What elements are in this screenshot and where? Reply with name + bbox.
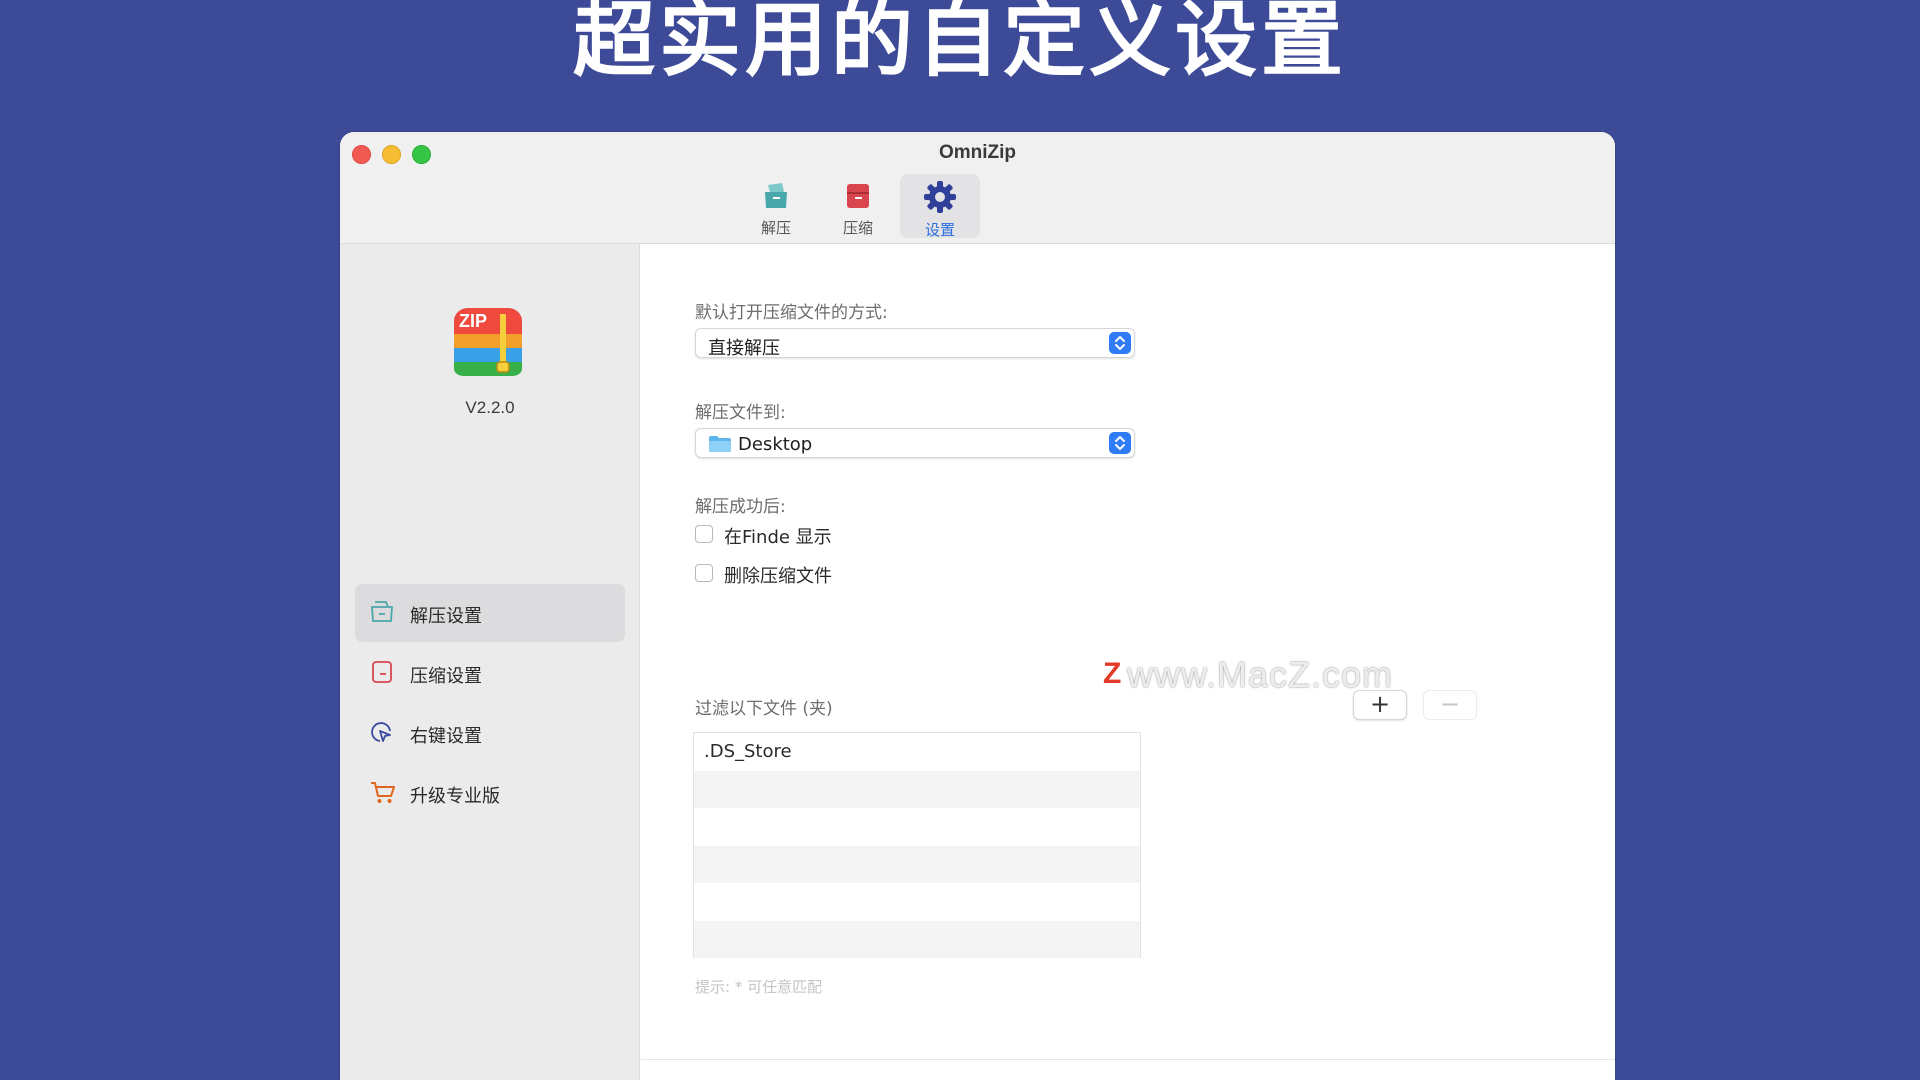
list-item[interactable] bbox=[694, 845, 1140, 883]
open-method-select[interactable]: 直接解压 bbox=[695, 328, 1135, 359]
cart-icon bbox=[371, 782, 395, 803]
toolbar-compress-label: 压缩 bbox=[842, 219, 873, 237]
page-banner-title: 超实用的自定义设置 bbox=[572, 0, 1347, 88]
list-item[interactable] bbox=[694, 808, 1140, 846]
folder-icon bbox=[709, 436, 731, 452]
list-item[interactable]: .DS_Store bbox=[694, 733, 1140, 771]
gear-icon bbox=[924, 181, 956, 213]
app-version: V2.2.0 bbox=[465, 398, 515, 417]
sidebar-item-right-click-settings[interactable]: 右键设置 bbox=[355, 704, 625, 762]
toolbar-extract-label: 解压 bbox=[760, 219, 791, 237]
add-filter-button[interactable]: + bbox=[1353, 690, 1407, 720]
app-window: OmniZip 解压 压缩 设置 ZIP V2.2.0 解压设置 压缩设置 右键… bbox=[340, 132, 1615, 1080]
extract-settings-icon bbox=[371, 601, 393, 622]
right-click-icon bbox=[371, 722, 391, 742]
extract-to-select[interactable]: Desktop bbox=[695, 428, 1135, 458]
open-method-label: 默认打开压缩文件的方式: bbox=[695, 303, 888, 323]
list-item[interactable] bbox=[694, 883, 1140, 921]
filter-label: 过滤以下文件 (夹) bbox=[695, 699, 833, 719]
sidebar-label-compress-settings: 压缩设置 bbox=[410, 666, 482, 687]
sidebar-item-upgrade-pro[interactable]: 升级专业版 bbox=[355, 764, 625, 822]
after-success-label: 解压成功后: bbox=[695, 497, 786, 517]
sidebar-label-right-click-settings: 右键设置 bbox=[410, 726, 482, 747]
delete-archive-checkbox[interactable] bbox=[695, 564, 713, 582]
settings-panel: 默认打开压缩文件的方式: 直接解压 解压文件到: Desktop 解压成功后: … bbox=[641, 244, 1615, 1080]
divider bbox=[641, 1059, 1615, 1060]
toolbar-compress-button[interactable]: 压缩 bbox=[818, 174, 898, 238]
sidebar-label-upgrade-pro: 升级专业版 bbox=[410, 786, 500, 807]
list-item[interactable] bbox=[694, 770, 1140, 808]
sidebar: ZIP V2.2.0 解压设置 压缩设置 右键设置 升级专业版 bbox=[340, 244, 640, 1080]
show-in-finder-label: 在Finde 显示 bbox=[724, 527, 832, 548]
window-title: OmniZip bbox=[938, 142, 1017, 163]
watermark-text: www.MacZ.com bbox=[1127, 654, 1394, 695]
remove-filter-button[interactable]: − bbox=[1423, 690, 1477, 720]
compress-icon bbox=[847, 184, 869, 208]
toolbar-settings-button[interactable]: 设置 bbox=[900, 174, 980, 239]
toolbar-extract-button[interactable]: 解压 bbox=[736, 174, 816, 238]
watermark-logo: Z bbox=[1103, 657, 1122, 690]
sidebar-item-extract-settings[interactable]: 解压设置 bbox=[355, 584, 625, 642]
title-bar: OmniZip 解压 压缩 设置 bbox=[340, 132, 1615, 244]
sidebar-label-extract-settings: 解压设置 bbox=[410, 606, 482, 627]
delete-archive-label: 删除压缩文件 bbox=[724, 566, 832, 587]
extract-to-value: Desktop bbox=[738, 434, 813, 455]
toolbar-settings-label: 设置 bbox=[924, 221, 955, 239]
zip-logo-text: ZIP bbox=[459, 311, 488, 331]
filter-hint: 提示: * 可任意匹配 bbox=[695, 978, 823, 996]
chevron-updown-icon bbox=[1109, 432, 1131, 454]
open-method-value: 直接解压 bbox=[708, 338, 780, 359]
extract-to-label: 解压文件到: bbox=[695, 403, 786, 423]
sidebar-item-compress-settings[interactable]: 压缩设置 bbox=[355, 644, 625, 702]
extract-icon bbox=[765, 183, 787, 208]
filter-list[interactable]: .DS_Store bbox=[693, 732, 1141, 958]
chevron-updown-icon bbox=[1109, 332, 1131, 354]
compress-settings-icon bbox=[372, 661, 392, 683]
show-in-finder-checkbox[interactable] bbox=[695, 525, 713, 543]
zip-logo-icon: ZIP bbox=[452, 306, 524, 378]
list-item[interactable] bbox=[694, 920, 1140, 958]
